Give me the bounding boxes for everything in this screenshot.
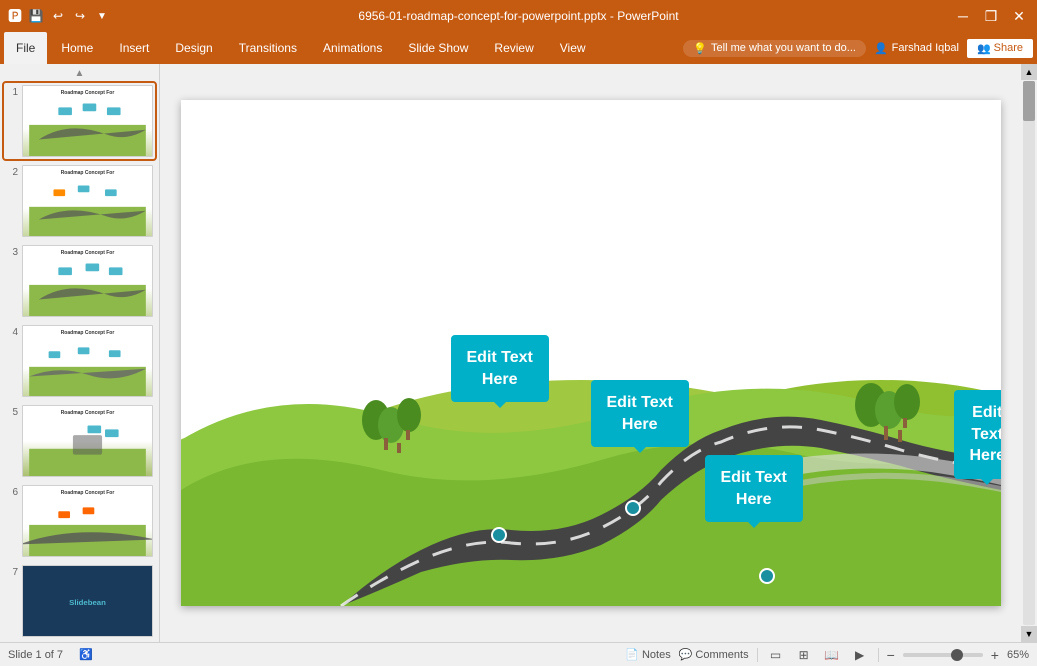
thumb-content-2: Roadmap Concept For — [23, 166, 152, 236]
tab-view[interactable]: View — [548, 32, 598, 64]
thumb-content-4: Roadmap Concept For — [23, 326, 152, 396]
share-label: Share — [994, 42, 1023, 54]
zoom-in-btn[interactable]: + — [991, 647, 999, 663]
slideshow-btn[interactable]: ▶ — [850, 645, 870, 665]
tell-me-text: Tell me what you want to do... — [711, 42, 856, 54]
status-bar: Slide 1 of 7 ♿ 📄 Notes 💬 Comments ▭ ⊞ 📖 … — [0, 642, 1037, 666]
scroll-track — [1023, 81, 1035, 625]
redo-icon[interactable]: ↪ — [72, 8, 88, 24]
tab-transitions[interactable]: Transitions — [227, 32, 309, 64]
notes-label: Notes — [642, 649, 671, 661]
share-button[interactable]: 👥 Share — [967, 39, 1033, 58]
scroll-up-btn[interactable]: ▲ — [4, 68, 155, 79]
slide-num-4: 4 — [6, 325, 18, 338]
slide-sorter-btn[interactable]: ⊞ — [794, 645, 814, 665]
slide-thumb-5[interactable]: 5 Roadmap Concept For — [4, 403, 155, 479]
slide-thumb-7[interactable]: 7 Slidebean — [4, 563, 155, 639]
zoom-thumb[interactable] — [951, 649, 963, 661]
slide-img-2: Roadmap Concept For — [22, 165, 153, 237]
accessibility-icon[interactable]: ♿ — [79, 648, 93, 661]
scroll-thumb[interactable] — [1023, 81, 1035, 121]
ribbon-tabs: File Home Insert Design Transitions Anim… — [0, 32, 1037, 64]
separator-2 — [878, 648, 879, 662]
slide-canvas[interactable]: Roadmap Concept for PowerPoint — [181, 100, 1001, 606]
zoom-slider[interactable] — [903, 653, 983, 657]
status-right: 📄 Notes 💬 Comments ▭ ⊞ 📖 ▶ − + 65% — [625, 645, 1029, 665]
comments-button[interactable]: 💬 Comments — [679, 648, 749, 661]
scroll-up-btn[interactable]: ▲ — [1021, 64, 1037, 80]
callout-1[interactable]: Edit TextHere — [451, 335, 549, 402]
road-scene-svg — [181, 100, 1001, 606]
user-icon: 👤 — [874, 42, 888, 55]
tab-file[interactable]: File — [4, 32, 47, 64]
notes-button[interactable]: 📄 Notes — [625, 648, 670, 661]
close-btn[interactable]: ✕ — [1009, 6, 1029, 26]
tab-home[interactable]: Home — [49, 32, 105, 64]
separator-1 — [757, 648, 758, 662]
title-bar-right: ─ ❒ ✕ — [953, 6, 1029, 26]
undo-icon[interactable]: ↩ — [50, 8, 66, 24]
lightbulb-icon: 💡 — [693, 42, 707, 55]
slide-num-7: 7 — [6, 565, 18, 578]
slide-num-6: 6 — [6, 485, 18, 498]
tab-animations[interactable]: Animations — [311, 32, 394, 64]
slide-img-4: Roadmap Concept For — [22, 325, 153, 397]
slide-img-1: Roadmap Concept For — [22, 85, 153, 157]
thumb-content-3: Roadmap Concept For — [23, 246, 152, 316]
slide-img-3: Roadmap Concept For — [22, 245, 153, 317]
notes-icon: 📄 — [625, 648, 639, 661]
slide-thumb-3[interactable]: 3 Roadmap Concept For — [4, 243, 155, 319]
main-area: ▲ 1 Roadmap Concept For 2 — [0, 64, 1037, 642]
slide-panel: ▲ 1 Roadmap Concept For 2 — [0, 64, 160, 642]
zoom-level[interactable]: 65% — [1007, 649, 1029, 661]
slide-num-1: 1 — [6, 85, 18, 98]
slide-thumb-6[interactable]: 6 Roadmap Concept For — [4, 483, 155, 559]
thumb-content-7: Slidebean — [23, 566, 152, 636]
scroll-down-btn[interactable]: ▼ — [1021, 626, 1037, 642]
slide-thumb-1[interactable]: 1 Roadmap Concept For — [4, 83, 155, 159]
thumb-content-1: Roadmap Concept For — [23, 86, 152, 156]
slide-thumb-4[interactable]: 4 Roadmap Concept For — [4, 323, 155, 399]
slide-img-6: Roadmap Concept For — [22, 485, 153, 557]
title-bar: 🅿 💾 ↩ ↪ ▼ 6956-01-roadmap-concept-for-po… — [0, 0, 1037, 32]
slide-num-3: 3 — [6, 245, 18, 258]
app-icon: 🅿 — [8, 6, 22, 26]
comments-icon: 💬 — [679, 648, 693, 661]
share-icon: 👥 — [977, 42, 991, 55]
callout-4[interactable]: Edit TextHere — [954, 390, 1001, 479]
callout-3[interactable]: Edit TextHere — [705, 455, 803, 522]
svg-text:Slidebean: Slidebean — [69, 598, 106, 607]
customize-icon[interactable]: ▼ — [94, 8, 110, 24]
slide-thumb-2[interactable]: 2 Roadmap Concept For — [4, 163, 155, 239]
canvas-area: Roadmap Concept for PowerPoint — [160, 64, 1021, 642]
tab-review[interactable]: Review — [482, 32, 545, 64]
tab-slideshow[interactable]: Slide Show — [396, 32, 480, 64]
reading-view-btn[interactable]: 📖 — [822, 645, 842, 665]
slide-info: Slide 1 of 7 — [8, 649, 63, 661]
tab-insert[interactable]: Insert — [107, 32, 161, 64]
username: Farshad Iqbal — [892, 42, 959, 54]
thumb-content-6: Roadmap Concept For — [23, 486, 152, 556]
thumb-content-5: Roadmap Concept For — [23, 406, 152, 476]
normal-view-btn[interactable]: ▭ — [766, 645, 786, 665]
title-bar-left: 🅿 💾 ↩ ↪ ▼ — [8, 6, 110, 26]
restore-btn[interactable]: ❒ — [981, 6, 1001, 26]
minimize-btn[interactable]: ─ — [953, 6, 973, 26]
right-scrollbar: ▲ ▼ — [1021, 64, 1037, 642]
ribbon-right: 💡 Tell me what you want to do... 👤 Farsh… — [683, 39, 1033, 58]
window-title: 6956-01-roadmap-concept-for-powerpoint.p… — [358, 9, 678, 23]
ribbon: File Home Insert Design Transitions Anim… — [0, 32, 1037, 64]
slide-num-5: 5 — [6, 405, 18, 418]
save-icon[interactable]: 💾 — [28, 8, 44, 24]
slide-num-2: 2 — [6, 165, 18, 178]
zoom-out-btn[interactable]: − — [887, 647, 895, 663]
tab-design[interactable]: Design — [163, 32, 224, 64]
comments-label: Comments — [695, 649, 748, 661]
callout-2[interactable]: Edit TextHere — [591, 380, 689, 447]
slide-img-7: Slidebean — [22, 565, 153, 637]
tell-me-box[interactable]: 💡 Tell me what you want to do... — [683, 40, 866, 57]
user-area: 👤 Farshad Iqbal — [874, 42, 959, 55]
slide-img-5: Roadmap Concept For — [22, 405, 153, 477]
